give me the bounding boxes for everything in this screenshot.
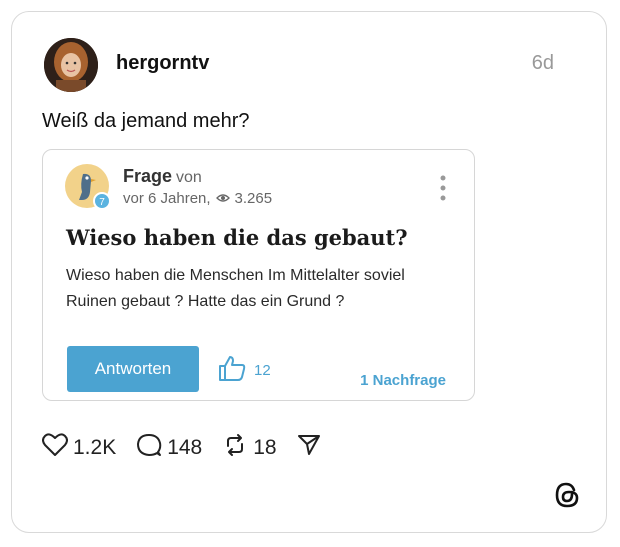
comment-icon — [136, 432, 162, 464]
question-body: Wieso haben die Menschen Im Mittelalter … — [66, 267, 405, 310]
thumbs-up-icon — [218, 355, 246, 385]
like-count: 1.2K — [73, 436, 117, 459]
question-category[interactable]: Frage von — [123, 166, 202, 187]
kebab-icon[interactable] — [440, 175, 446, 201]
share-button[interactable] — [297, 433, 321, 463]
question-views: 3.265 — [234, 190, 273, 207]
embedded-question-card[interactable]: 7 Frage von vor 6 Jahren, 3.265 Wieso hab… — [42, 149, 475, 401]
eye-icon — [215, 190, 230, 207]
threads-icon — [552, 480, 582, 510]
comment-count: 148 — [167, 436, 203, 459]
question-like[interactable]: 12 — [218, 355, 271, 385]
question-age: vor 6 Jahren, — [123, 190, 211, 207]
post-text: Weiß da jemand mehr? — [42, 110, 250, 132]
question-heading[interactable]: Wieso haben die das gebaut? — [66, 225, 408, 250]
repost-icon — [222, 432, 248, 464]
like-button[interactable]: 1.2K — [42, 433, 116, 463]
followup-link[interactable]: 1 Nachfrage — [360, 372, 446, 389]
post-time: 6d — [531, 52, 554, 74]
repost-count: 18 — [253, 436, 277, 459]
avatar[interactable] — [44, 38, 98, 92]
username[interactable]: hergorntv — [116, 52, 209, 75]
question-avatar: 7 — [65, 164, 111, 210]
action-bar: 1.2K 148 18 — [42, 432, 341, 464]
post-card: hergorntv 6d Weiß da jemand mehr? 7 Frag… — [11, 11, 607, 533]
answer-button[interactable]: Antworten — [67, 346, 199, 392]
question-meta: vor 6 Jahren, 3.265 — [123, 190, 272, 207]
share-icon — [297, 433, 321, 463]
repost-button[interactable]: 18 — [222, 432, 277, 464]
comment-button[interactable]: 148 — [136, 432, 202, 464]
heart-icon — [42, 433, 68, 463]
rank-badge: 7 — [99, 197, 105, 208]
question-category-label: Frage — [123, 166, 173, 186]
question-like-count: 12 — [254, 361, 271, 379]
question-von: von — [176, 169, 202, 186]
